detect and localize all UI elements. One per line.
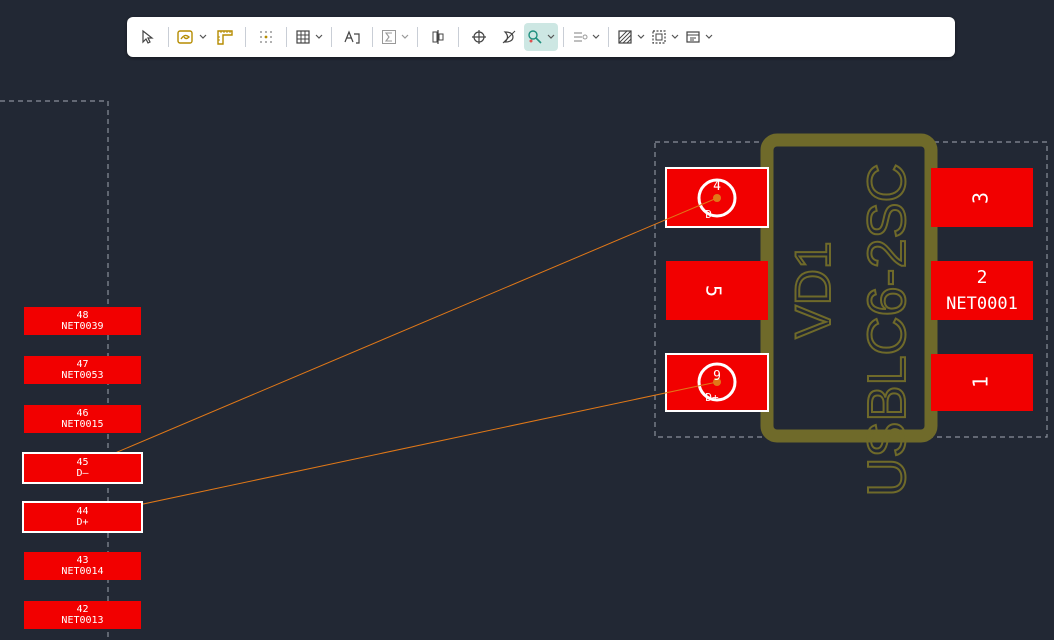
text-tool-button[interactable] [337,23,367,51]
pad-6-number: 6 [713,366,721,381]
ruler-button[interactable] [210,23,240,51]
flip-icon [502,30,516,44]
pad-1-number: 1 [969,376,993,388]
connector-pin-46[interactable]: 46 NET0015 [24,405,141,433]
pin-number: 42 [76,604,89,615]
align-button[interactable] [423,23,453,51]
pin-net: NET0013 [61,615,104,626]
pad-5-number: 5 [702,285,726,297]
cursor-arrow-icon [142,29,154,44]
pin-number: 48 [76,310,89,321]
pad-2-net: NET0001 [946,294,1018,314]
chevron-down-icon [637,34,645,39]
layers-icon [574,32,588,42]
chevron-down-icon [315,34,323,39]
pad-4-number: 4 [713,179,721,194]
pin-net: NET0014 [61,566,104,577]
pad-4-net: D– [705,208,719,221]
connector-pin-48[interactable]: 48 NET0039 [24,307,141,335]
highlight-net-icon [528,30,542,44]
pin-number: 43 [76,555,89,566]
toolbar-divider [417,27,418,47]
pad-2-number: 2 [977,267,988,288]
table-icon [296,30,310,44]
grid-dots-icon [260,31,272,43]
flip-button[interactable] [494,23,524,51]
chevron-down-icon [547,34,555,39]
pad-3-number: 3 [969,192,993,204]
connector-pin-47[interactable]: 47 NET0053 [24,356,141,384]
ratsnest-line-d-minus [81,197,718,468]
pin-net: NET0039 [61,321,104,332]
grid-dots-button[interactable] [251,23,281,51]
pin-net: D– [76,468,89,479]
highlight-net-button[interactable] [524,23,558,51]
chevron-down-icon [401,34,409,39]
view-button[interactable] [682,23,716,51]
hatch-fill-icon [618,30,632,44]
chevron-down-icon [705,34,713,39]
toolbar-divider [245,27,246,47]
sigma-button[interactable] [378,23,412,51]
chevron-down-icon [592,34,600,39]
board-outline-button[interactable] [648,23,682,51]
select-tool-button[interactable] [133,23,163,51]
text-icon [344,30,360,44]
crosshair-button[interactable] [464,23,494,51]
pcb-canvas[interactable]: VD1 USBLC6-2SC 4 D– 5 6 D+ 3 2 NET0001 1 [0,0,1054,640]
ruler-icon [217,30,233,45]
chevron-down-icon [671,34,679,39]
pin-number: 47 [76,359,89,370]
toolbar-divider [608,27,609,47]
pad-3[interactable]: 3 [931,168,1033,227]
view-icon [686,31,700,43]
layers-button[interactable] [569,23,603,51]
pad-2[interactable]: 2 NET0001 [931,261,1033,320]
connector-pin-43[interactable]: 43 NET0014 [24,552,141,580]
connector-pin-42[interactable]: 42 NET0013 [24,601,141,629]
pad-5[interactable]: 5 [666,261,768,320]
pin-net: NET0053 [61,370,104,381]
align-icon [432,30,444,44]
sigma-icon [382,30,396,44]
pin-number: 44 [76,506,89,517]
route-track-icon [177,30,193,44]
connector-pin-45[interactable]: 45 D– [22,452,143,484]
pin-net: NET0015 [61,419,104,430]
toolbar-divider [563,27,564,47]
pad-1[interactable]: 1 [931,354,1033,411]
component-designator: VD1 [785,241,841,338]
ratsnest-line-d-plus [81,381,718,518]
table-button[interactable] [292,23,326,51]
pad-4[interactable]: 4 D– [665,167,769,228]
toolbar-divider [458,27,459,47]
connector-pin-44[interactable]: 44 D+ [22,501,143,533]
pin-net: D+ [76,517,89,528]
toolbar-divider [331,27,332,47]
route-track-button[interactable] [174,23,210,51]
toolbar-divider [168,27,169,47]
floating-toolbar [127,17,955,57]
fill-button[interactable] [614,23,648,51]
pin-number: 46 [76,408,89,419]
chevron-down-icon [199,34,207,39]
toolbar-divider [372,27,373,47]
crosshair-icon [472,30,486,44]
component-part-name: USBLC6-2SC [857,163,917,496]
pin-number: 45 [76,457,89,468]
pad-6-net: D+ [705,391,719,404]
board-outline-icon [652,30,666,44]
toolbar-divider [286,27,287,47]
